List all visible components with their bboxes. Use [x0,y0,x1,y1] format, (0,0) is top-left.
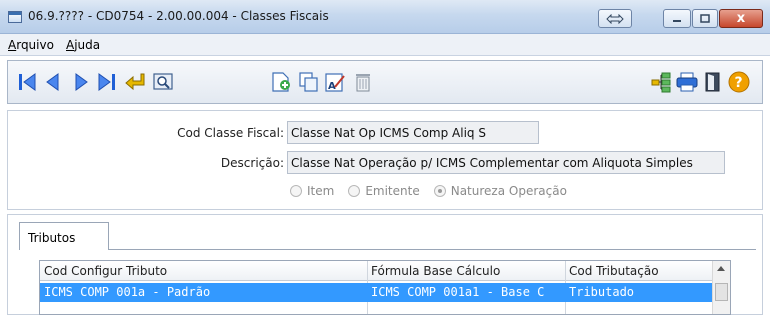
radio-circle [290,185,302,197]
grid-scrollbar[interactable] [712,261,730,314]
close-button[interactable]: x [719,9,763,28]
search-icon[interactable] [152,71,174,93]
toolbar: A ? [7,60,763,104]
tab-tributos[interactable]: Tributos [19,222,109,250]
table-row[interactable]: ICMS COMP 001a - Padrão ICMS COMP 001a1 … [40,283,712,302]
tipo-radio-group: Item Emitente Natureza Operação [290,181,581,201]
close-icon: x [736,11,746,26]
swap-button[interactable] [598,9,632,28]
menu-ajuda[interactable]: Ajuda [66,38,100,52]
last-record-icon[interactable] [96,71,118,93]
app-icon [8,11,22,23]
print-icon[interactable] [676,71,698,93]
new-record-icon[interactable] [270,71,292,93]
minimize-button[interactable] [663,9,691,28]
menu-bar: Arquivo Ajuda [0,34,770,56]
go-to-icon[interactable] [124,71,146,93]
cod-classe-fiscal-label: Cod Classe Fiscal: [177,126,284,140]
scroll-up-icon[interactable] [717,266,725,271]
cod-classe-fiscal-field[interactable]: Classe Nat Op ICMS Comp Aliq S [287,121,539,144]
swap-arrows-icon [606,13,624,24]
tab-divider [108,249,756,250]
window-title: 06.9.???? - CD0754 - 2.00.00.004 - Class… [28,9,329,23]
scroll-thumb[interactable] [715,283,728,301]
exit-icon[interactable] [702,71,724,93]
previous-record-icon[interactable] [42,71,64,93]
menu-arquivo[interactable]: Arquivo [8,38,54,52]
cell-cod-configur-tributo: ICMS COMP 001a - Padrão [44,285,211,299]
cell-formula-base-calculo: ICMS COMP 001a1 - Base C [371,285,545,299]
cell-cod-tributacao: Tributado [569,285,635,299]
minimize-icon [673,19,681,22]
edit-record-icon[interactable]: A [324,71,346,93]
descricao-field[interactable]: Classe Nat Operação p/ ICMS Complementar… [287,151,725,174]
title-bar: 06.9.???? - CD0754 - 2.00.00.004 - Class… [0,0,770,34]
first-record-icon[interactable] [16,71,38,93]
svg-text:?: ? [735,75,743,91]
descricao-label: Descrição: [220,156,284,170]
help-icon[interactable]: ? [728,71,750,93]
radio-natureza-operacao[interactable]: Natureza Operação [433,184,567,198]
tributos-grid: Cod Configur Tributo Fórmula Base Cálcul… [39,260,731,315]
column-header[interactable]: Cod Tributação [569,264,659,278]
tree-icon[interactable] [650,71,672,93]
column-header[interactable]: Fórmula Base Cálculo [371,264,500,278]
copy-record-icon[interactable] [298,71,320,93]
maximize-icon [700,13,710,23]
grid-header: Cod Configur Tributo Fórmula Base Cálcul… [40,261,730,281]
next-record-icon[interactable] [70,71,92,93]
radio-circle-selected [433,185,446,197]
maximize-button[interactable] [692,9,718,28]
delete-record-icon[interactable] [352,71,374,93]
radio-circle [348,185,361,197]
radio-item[interactable]: Item [290,184,334,198]
radio-emitente[interactable]: Emitente [348,184,420,198]
column-header[interactable]: Cod Configur Tributo [44,264,167,278]
